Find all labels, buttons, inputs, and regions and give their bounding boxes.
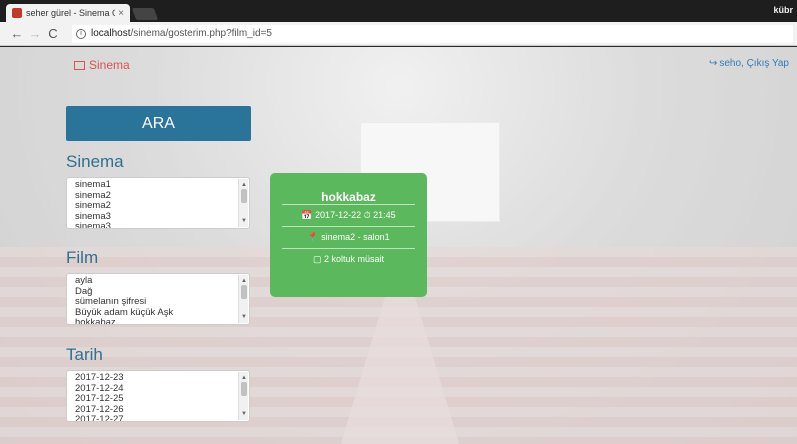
tarih-select[interactable]: 2017-12-23 2017-12-24 2017-12-25 2017-12… bbox=[66, 370, 250, 422]
tab-title: seher gürel - Sinema Oto bbox=[26, 8, 115, 18]
new-tab-button[interactable] bbox=[131, 8, 159, 20]
browser-toolbar: ← → C i localhost /sinema/gosterim.php?f… bbox=[0, 22, 797, 46]
list-item[interactable]: 2017-12-23 bbox=[75, 372, 235, 384]
scroll-thumb[interactable] bbox=[241, 189, 247, 203]
film-heading: Film bbox=[66, 248, 99, 267]
showing-seats: ▢ 2 koltuk müsait bbox=[282, 248, 415, 270]
forward-button[interactable]: → bbox=[26, 26, 44, 41]
list-item[interactable]: hokkabaz bbox=[75, 317, 235, 324]
film-select[interactable]: ayla Dağ sümelanın şifresi Büyük adam kü… bbox=[66, 273, 250, 325]
scrollbar[interactable]: ▲ ▼ bbox=[238, 275, 248, 323]
list-item[interactable]: sümelanın şifresi bbox=[75, 296, 235, 308]
brand-label: Sinema bbox=[89, 58, 130, 72]
scroll-thumb[interactable] bbox=[241, 285, 247, 299]
browser-tab[interactable]: seher gürel - Sinema Oto × bbox=[6, 4, 130, 22]
film-name: hokkabaz bbox=[321, 190, 376, 204]
profile-name[interactable]: kübr bbox=[773, 5, 793, 15]
tab-strip: seher gürel - Sinema Oto × kübr bbox=[0, 0, 797, 22]
list-item[interactable]: 2017-12-25 bbox=[75, 393, 235, 405]
url-path: /sinema/gosterim.php?film_id=5 bbox=[130, 28, 272, 39]
list-item[interactable]: ayla bbox=[75, 275, 235, 287]
list-item[interactable]: sinema2 bbox=[75, 200, 235, 212]
sinema-heading: Sinema bbox=[66, 152, 124, 171]
scrollbar[interactable]: ▲ ▼ bbox=[238, 179, 248, 227]
back-button[interactable]: ← bbox=[8, 26, 26, 41]
scroll-down-icon[interactable]: ▼ bbox=[239, 312, 249, 323]
scroll-thumb[interactable] bbox=[241, 382, 247, 396]
logout-label: seho, Çıkış Yap bbox=[719, 58, 789, 69]
favicon-icon bbox=[12, 8, 22, 18]
page-content: Sinema ↪ seho, Çıkış Yap ARA Sinema sinem… bbox=[0, 47, 797, 444]
scrollbar[interactable]: ▲ ▼ bbox=[238, 372, 248, 420]
showing-datetime: 📅 2017-12-22 ⏱ 21:45 bbox=[282, 204, 415, 226]
sign-out-icon: ↪ bbox=[708, 58, 718, 69]
film-icon bbox=[74, 60, 85, 70]
tarih-heading: Tarih bbox=[66, 345, 103, 364]
showing-location: 📍 sinema2 - salon1 bbox=[282, 226, 415, 248]
scroll-down-icon[interactable]: ▼ bbox=[239, 409, 249, 420]
list-item[interactable]: sinema3 bbox=[75, 221, 235, 228]
showing-card[interactable]: hokkabaz 📅 2017-12-22 ⏱ 21:45 📍 sinema2 … bbox=[270, 173, 427, 297]
info-icon[interactable]: i bbox=[76, 28, 86, 39]
sinema-select[interactable]: sinema1 sinema2 sinema2 sinema3 sinema3 … bbox=[66, 177, 250, 229]
reload-button[interactable]: C bbox=[44, 26, 62, 41]
tab-close-icon[interactable]: × bbox=[118, 8, 124, 19]
scroll-down-icon[interactable]: ▼ bbox=[239, 216, 249, 227]
brand-link[interactable]: Sinema bbox=[74, 58, 130, 72]
list-item[interactable]: 2017-12-27 bbox=[75, 414, 235, 421]
logout-link[interactable]: ↪ seho, Çıkış Yap bbox=[709, 58, 789, 69]
search-button[interactable]: ARA bbox=[66, 106, 251, 141]
url-host: localhost bbox=[91, 28, 131, 39]
address-bar[interactable]: i localhost /sinema/gosterim.php?film_id… bbox=[72, 24, 793, 43]
list-item[interactable]: sinema1 bbox=[75, 179, 235, 191]
